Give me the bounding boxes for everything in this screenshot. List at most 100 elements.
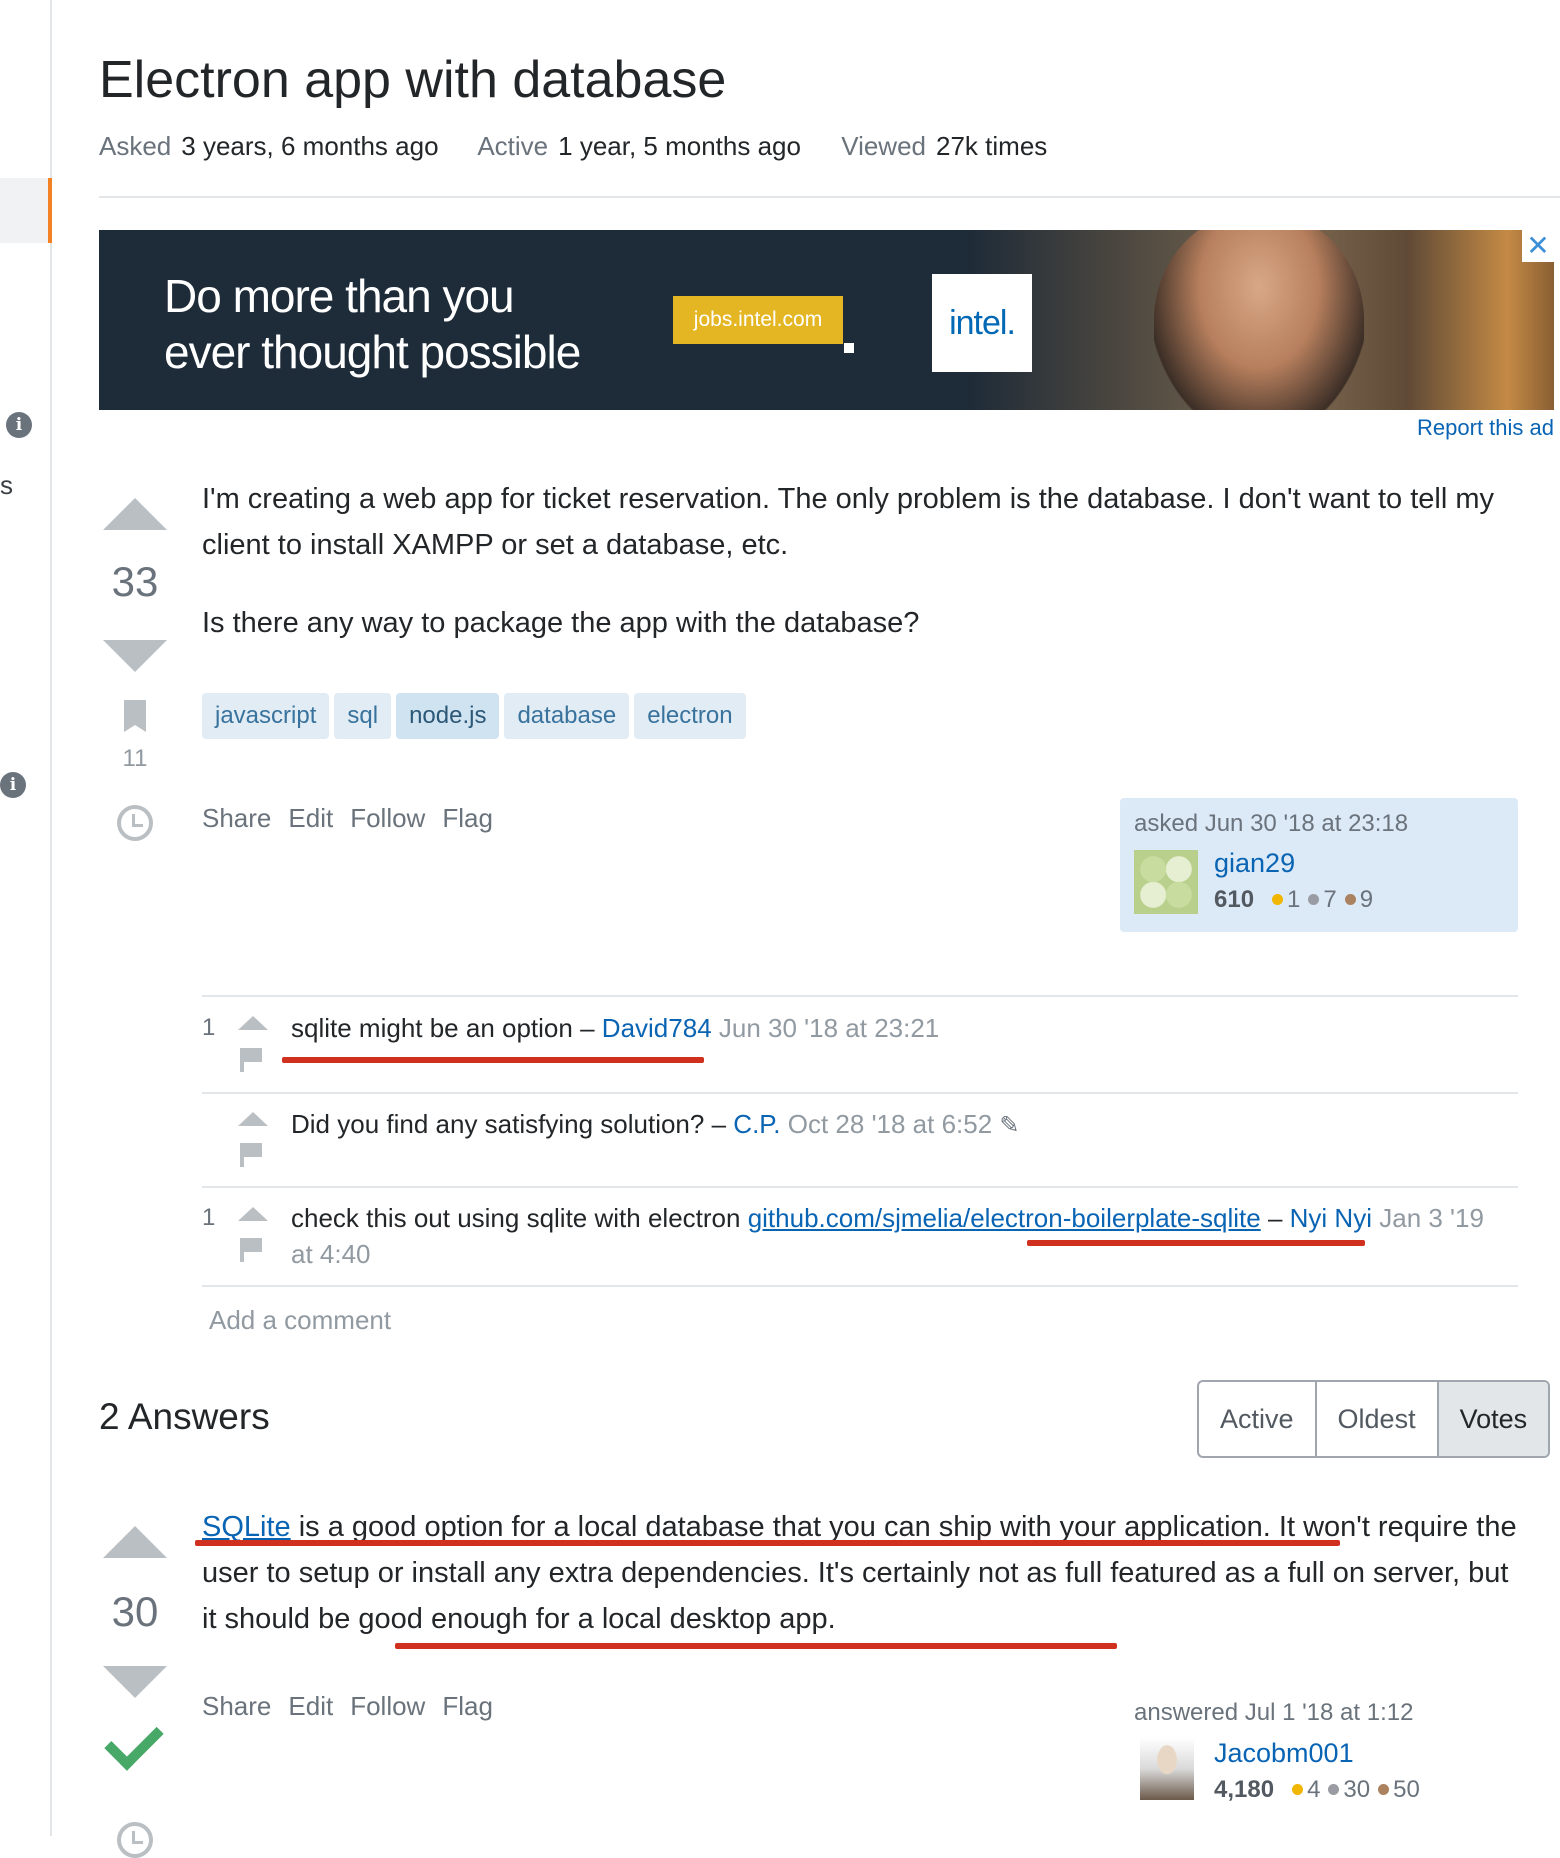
gold-count: 1 [1287, 886, 1301, 913]
ad-headline: Do more than you ever thought possible [164, 268, 581, 380]
owner-reputation: 610 1 7 9 [1214, 886, 1373, 914]
tag-javascript[interactable]: javascript [202, 693, 330, 739]
bookmark-icon[interactable] [124, 700, 146, 732]
bronze-count: 9 [1359, 886, 1374, 913]
downvote-button[interactable] [103, 640, 167, 672]
owner-name[interactable]: gian29 [1214, 848, 1295, 879]
viewed-value: 27k times [936, 131, 1048, 161]
flag-icon[interactable] [240, 1143, 262, 1167]
ad-brand-logo: intel. [932, 274, 1032, 372]
ad-headline-line1: Do more than you [164, 270, 515, 322]
avatar[interactable] [1140, 1738, 1194, 1800]
tag-electron[interactable]: electron [634, 693, 746, 739]
question-title[interactable]: Electron app with database [99, 50, 726, 110]
comment-date[interactable]: Oct 28 '18 at 6:52 [788, 1109, 992, 1139]
silver-count: 7 [1323, 886, 1337, 913]
info-icon[interactable]: i [6, 412, 32, 438]
comment-user[interactable]: David784 [602, 1013, 712, 1043]
active-label: Active [477, 131, 549, 161]
edit-button[interactable]: Edit [288, 803, 333, 834]
annotation-underline [395, 1643, 1117, 1649]
comment: check this out using sqlite with electro… [291, 1200, 1511, 1272]
reputation-score: 4,180 [1214, 1776, 1275, 1803]
bronze-badge-icon [1344, 894, 1356, 905]
comment: sqlite might be an option – David784 Jun… [291, 1010, 1511, 1046]
flag-icon[interactable] [240, 1238, 262, 1262]
tab-votes[interactable]: Votes [1438, 1382, 1549, 1456]
question-body: I'm creating a web app for ticket reserv… [202, 476, 1522, 646]
share-button[interactable]: Share [202, 1691, 271, 1722]
answer-owner-reputation: 4,180 4 30 50 [1214, 1776, 1420, 1804]
edit-button[interactable]: Edit [288, 1691, 333, 1722]
info-icon[interactable]: i [0, 772, 26, 798]
flag-button[interactable]: Flag [442, 803, 493, 834]
answers-heading: 2 Answers [99, 1396, 270, 1437]
ad-badge-cursor [844, 343, 854, 353]
comment-date[interactable]: Jun 30 '18 at 23:21 [719, 1013, 939, 1043]
share-button[interactable]: Share [202, 803, 271, 834]
sqlite-link[interactable]: SQLite [202, 1511, 291, 1543]
ad-photo [969, 230, 1554, 410]
downvote-button[interactable] [103, 1666, 167, 1698]
upvote-button[interactable] [103, 498, 167, 530]
accepted-check-icon [104, 1711, 164, 1771]
close-icon[interactable]: ✕ [1522, 230, 1554, 262]
bronze-badge-icon [1378, 1784, 1390, 1795]
active-value[interactable]: 1 year, 5 months ago [558, 131, 801, 161]
bronze-count: 50 [1393, 1776, 1420, 1803]
comment-user[interactable]: C.P. [733, 1109, 780, 1139]
flag-icon[interactable] [240, 1048, 262, 1072]
bookmark-count: 11 [122, 745, 148, 772]
comment-upvote-icon[interactable] [238, 1112, 268, 1126]
comment-divider [202, 1285, 1518, 1287]
answer-owner-name[interactable]: Jacobm001 [1214, 1738, 1354, 1769]
follow-button[interactable]: Follow [350, 1691, 425, 1722]
answered-time[interactable]: answered Jul 1 '18 at 1:12 [1134, 1699, 1413, 1727]
ad-banner[interactable]: Do more than you ever thought possible j… [99, 230, 1554, 410]
history-icon[interactable] [117, 1822, 153, 1858]
question-meta: Asked 3 years, 6 months ago Active 1 year,… [99, 131, 1080, 162]
tab-oldest[interactable]: Oldest [1317, 1382, 1439, 1456]
answer-sort-tabs: Active Oldest Votes [1197, 1380, 1551, 1458]
comment-separator: – [1267, 1203, 1283, 1233]
comment-user[interactable]: Nyi Nyi [1290, 1203, 1372, 1233]
follow-button[interactable]: Follow [350, 803, 425, 834]
asked-value: 3 years, 6 months ago [181, 131, 439, 161]
tag-sql[interactable]: sql [334, 693, 392, 739]
sidebar-active-item[interactable] [0, 178, 52, 243]
answer-text: is a good option for a local database th… [202, 1511, 1517, 1635]
tab-active[interactable]: Active [1199, 1382, 1317, 1456]
ad-url-badge: jobs.intel.com [673, 296, 843, 344]
upvote-button[interactable] [103, 1526, 167, 1558]
annotation-underline [195, 1540, 1340, 1546]
silver-badge-icon [1328, 1784, 1340, 1795]
answer-paragraph: SQLite is a good option for a local data… [202, 1504, 1522, 1642]
comment-upvote-icon[interactable] [238, 1016, 268, 1030]
comment-upvote-icon[interactable] [238, 1207, 268, 1221]
add-comment-link[interactable]: Add a comment [209, 1305, 391, 1336]
edited-pencil-icon[interactable]: ✎ [999, 1112, 1019, 1139]
question-owner-card: asked Jun 30 '18 at 23:18 gian29 610 1 7 9 [1120, 798, 1518, 932]
history-icon[interactable] [117, 805, 153, 841]
comment-divider [202, 1092, 1518, 1094]
answer-post-menu: Share Edit Follow Flag [202, 1691, 493, 1722]
comment-score: 1 [202, 1014, 216, 1041]
comment-separator: – [711, 1109, 727, 1139]
flag-button[interactable]: Flag [442, 1691, 493, 1722]
comment-text: check this out using sqlite with electro… [291, 1203, 741, 1233]
tag-database[interactable]: database [504, 693, 630, 739]
tag-nodejs[interactable]: node.js [396, 693, 500, 739]
comment-divider [202, 1186, 1518, 1188]
asked-time[interactable]: asked Jun 30 '18 at 23:18 [1134, 810, 1408, 838]
comment-text: Did you find any satisfying solution? [291, 1109, 705, 1139]
comment-link[interactable]: github.com/sjmelia/electron-boilerplate-… [748, 1203, 1261, 1233]
question-paragraph: Is there any way to package the app with… [202, 607, 920, 639]
report-ad-link[interactable]: Report this ad [1417, 415, 1554, 441]
comment-text: sqlite might be an option [291, 1013, 573, 1043]
comments-divider [202, 995, 1518, 997]
gold-badge-icon [1292, 1784, 1304, 1795]
gold-count: 4 [1307, 1776, 1321, 1803]
comment-separator: – [580, 1013, 595, 1043]
avatar[interactable] [1134, 850, 1198, 914]
question-vote-count: 33 [111, 558, 159, 605]
